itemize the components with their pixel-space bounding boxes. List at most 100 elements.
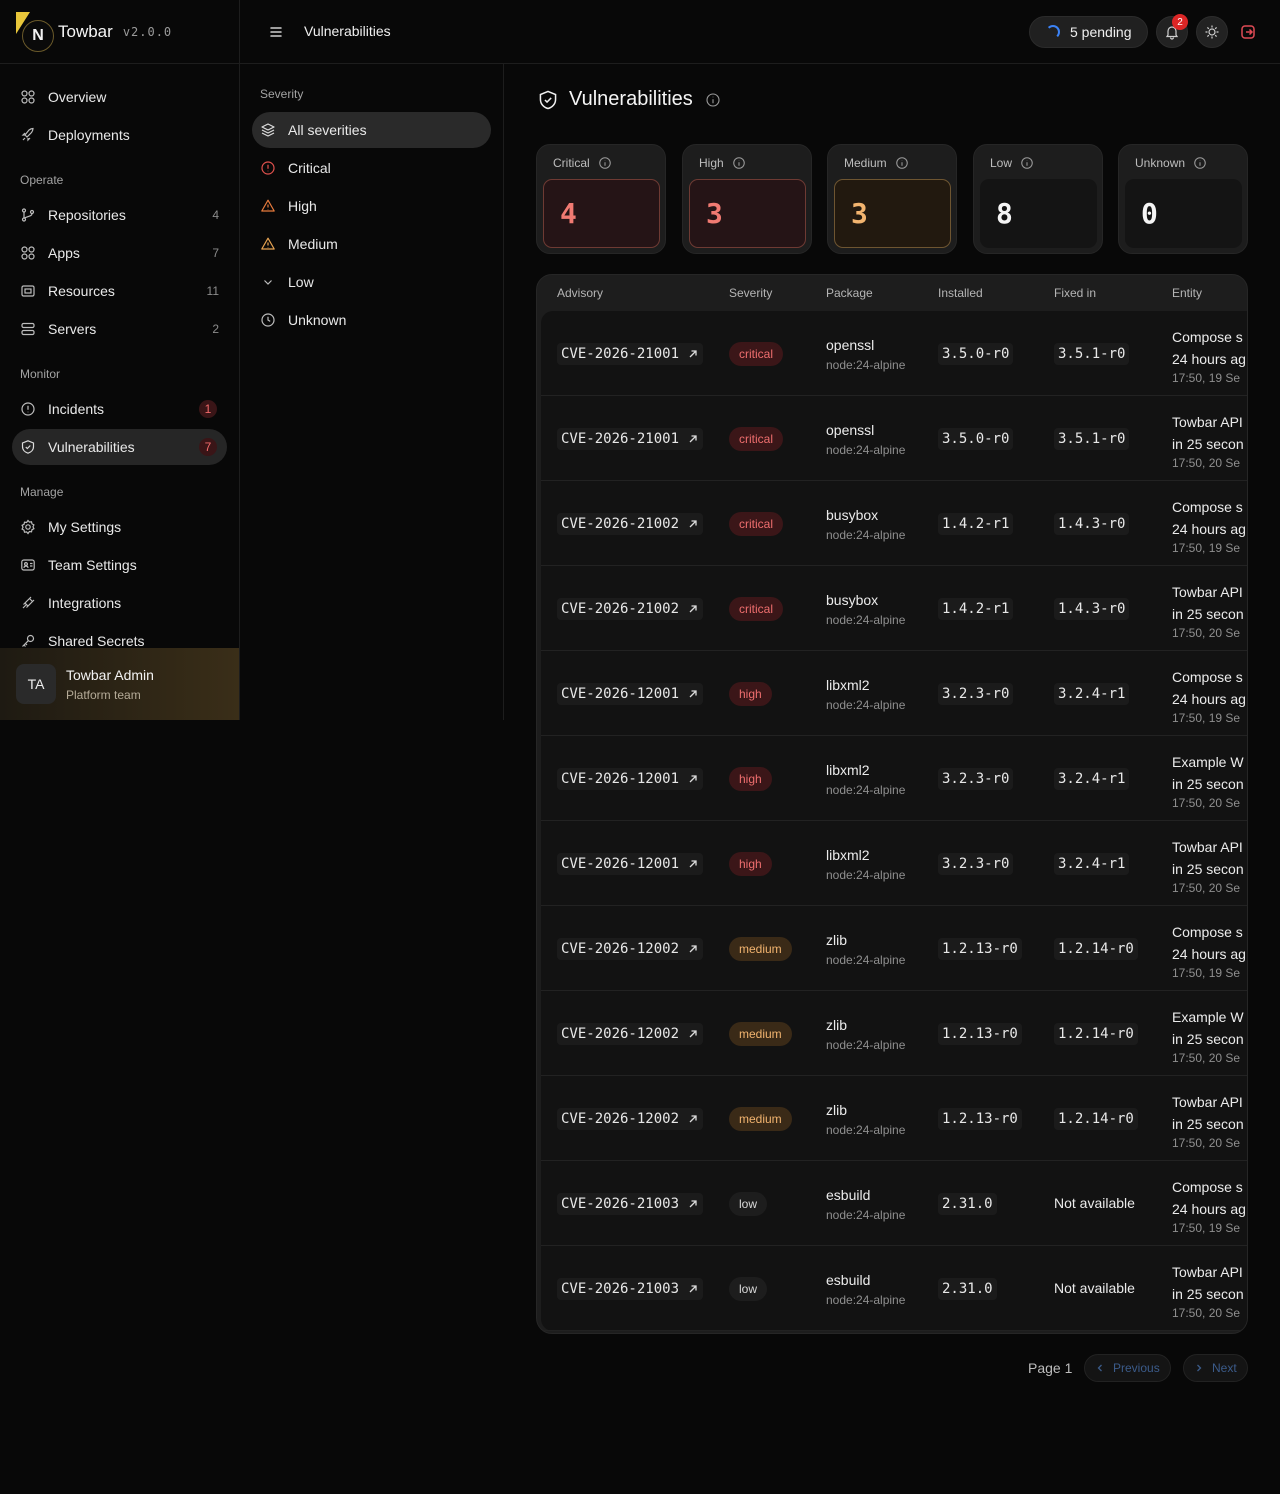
entity-cell[interactable]: Towbar API in 25 secon 17:50, 20 Se <box>1172 1091 1245 1151</box>
filter-item-high[interactable]: High <box>252 188 491 224</box>
column-header-advisory[interactable]: Advisory <box>557 286 603 300</box>
stat-card-low[interactable]: Low 8 <box>973 144 1103 254</box>
stat-card-critical[interactable]: Critical 4 <box>536 144 666 254</box>
next-page-button[interactable]: Next <box>1183 1354 1248 1382</box>
stat-value: 3 <box>689 179 806 248</box>
fixed-version: 3.2.4-r1 <box>1054 853 1130 875</box>
external-link-icon[interactable] <box>687 348 699 360</box>
sidebar-item-servers[interactable]: Servers 2 <box>12 311 227 347</box>
info-icon[interactable] <box>1020 156 1034 170</box>
entity-cell[interactable]: Compose s 24 hours ag 17:50, 19 Se <box>1172 921 1245 981</box>
sidebar-item-repositories[interactable]: Repositories 4 <box>12 197 227 233</box>
advisory-link[interactable]: CVE-2026-12001 <box>557 683 704 705</box>
table-row[interactable]: CVE-2026-21002 critical busybox node:24-alp… <box>541 481 1247 566</box>
table-row[interactable]: CVE-2026-12002 medium zlib node:24-alpine 1.… <box>541 906 1247 991</box>
sidebar-item-my-settings[interactable]: My Settings <box>12 509 227 545</box>
external-link-icon[interactable] <box>687 1198 699 1210</box>
info-icon[interactable] <box>1193 156 1207 170</box>
entity-time: in 25 secon <box>1172 776 1244 792</box>
table-row[interactable]: CVE-2026-12002 medium zlib node:24-alpine 1.… <box>541 1076 1247 1161</box>
filter-item-unknown[interactable]: Unknown <box>252 302 491 338</box>
advisory-link[interactable]: CVE-2026-21003 <box>557 1193 704 1215</box>
external-link-icon[interactable] <box>687 433 699 445</box>
external-link-icon[interactable] <box>687 1283 699 1295</box>
advisory-link[interactable]: CVE-2026-21002 <box>557 598 704 620</box>
table-row[interactable]: CVE-2026-21002 critical busybox node:24-alp… <box>541 566 1247 651</box>
external-link-icon[interactable] <box>687 518 699 530</box>
entity-cell[interactable]: Towbar API in 25 secon 17:50, 20 Se <box>1172 1261 1245 1321</box>
stat-card-unknown[interactable]: Unknown 0 <box>1118 144 1248 254</box>
sidebar-item-incidents[interactable]: Incidents 1 <box>12 391 227 427</box>
sidebar-item-integrations[interactable]: Integrations <box>12 585 227 621</box>
theme-toggle-button[interactable] <box>1196 16 1228 48</box>
table-row[interactable]: CVE-2026-21003 low esbuild node:24-alpine 2.… <box>541 1246 1247 1331</box>
info-icon[interactable] <box>895 156 909 170</box>
external-link-icon[interactable] <box>687 773 699 785</box>
package-name: libxml2 <box>826 677 870 693</box>
sidebar-item-label: My Settings <box>48 519 122 535</box>
table-row[interactable]: CVE-2026-12001 high libxml2 node:24-alpine 3… <box>541 821 1247 906</box>
logout-icon[interactable] <box>1238 22 1258 42</box>
column-header-installed[interactable]: Installed <box>938 286 983 300</box>
sidebar-item-overview[interactable]: Overview <box>12 79 227 115</box>
entity-cell[interactable]: Example W in 25 secon 17:50, 20 Se <box>1172 1006 1245 1066</box>
severity-badge: high <box>729 852 772 876</box>
filter-item-all-severities[interactable]: All severities <box>252 112 491 148</box>
entity-cell[interactable]: Example W in 25 secon 17:50, 20 Se <box>1172 751 1245 811</box>
table-row[interactable]: CVE-2026-21003 low esbuild node:24-alpine 2.… <box>541 1161 1247 1246</box>
entity-cell[interactable]: Towbar API in 25 secon 17:50, 20 Se <box>1172 836 1245 896</box>
stat-card-medium[interactable]: Medium 3 <box>827 144 957 254</box>
advisory-link[interactable]: CVE-2026-12002 <box>557 1108 704 1130</box>
hamburger-menu-icon[interactable] <box>266 22 286 42</box>
filter-item-medium[interactable]: Medium <box>252 226 491 262</box>
advisory-link[interactable]: CVE-2026-12001 <box>557 853 704 875</box>
advisory-link[interactable]: CVE-2026-12002 <box>557 1023 704 1045</box>
user-team: Platform team <box>66 687 141 702</box>
column-header-severity[interactable]: Severity <box>729 286 772 300</box>
previous-page-button[interactable]: Previous <box>1084 1354 1171 1382</box>
entity-cell[interactable]: Compose s 24 hours ag 17:50, 19 Se <box>1172 1176 1245 1236</box>
column-header-entity[interactable]: Entity <box>1172 286 1202 300</box>
table-row[interactable]: CVE-2026-21001 critical openssl node:24-alp… <box>541 396 1247 481</box>
user-card[interactable]: TA Towbar Admin Platform team <box>0 648 239 720</box>
stat-card-high[interactable]: High 3 <box>682 144 812 254</box>
entity-cell[interactable]: Towbar API in 25 secon 17:50, 20 Se <box>1172 411 1245 471</box>
external-link-icon[interactable] <box>687 943 699 955</box>
package-name: libxml2 <box>826 847 870 863</box>
entity-cell[interactable]: Compose s 24 hours ag 17:50, 19 Se <box>1172 666 1245 726</box>
table-row[interactable]: CVE-2026-12001 high libxml2 node:24-alpine 3… <box>541 651 1247 736</box>
info-icon[interactable] <box>732 156 746 170</box>
table-row[interactable]: CVE-2026-12001 high libxml2 node:24-alpine 3… <box>541 736 1247 821</box>
sidebar-item-apps[interactable]: Apps 7 <box>12 235 227 271</box>
brand[interactable]: N Towbar v2.0.0 <box>0 0 240 64</box>
external-link-icon[interactable] <box>687 858 699 870</box>
advisory-link[interactable]: CVE-2026-12001 <box>557 768 704 790</box>
advisory-link[interactable]: CVE-2026-21001 <box>557 428 704 450</box>
advisory-link[interactable]: CVE-2026-21003 <box>557 1278 704 1300</box>
info-icon[interactable] <box>598 156 612 170</box>
column-header-fixed-in[interactable]: Fixed in <box>1054 286 1096 300</box>
table-row[interactable]: CVE-2026-21001 critical openssl node:24-alp… <box>541 311 1247 396</box>
external-link-icon[interactable] <box>687 688 699 700</box>
entity-cell[interactable]: Towbar API in 25 secon 17:50, 20 Se <box>1172 581 1245 641</box>
external-link-icon[interactable] <box>687 1113 699 1125</box>
package-name: openssl <box>826 422 875 438</box>
sidebar-item-team-settings[interactable]: Team Settings <box>12 547 227 583</box>
pending-jobs-button[interactable]: 5 pending <box>1029 16 1148 48</box>
entity-cell[interactable]: Compose s 24 hours ag 17:50, 19 Se <box>1172 326 1245 386</box>
sidebar-item-deployments[interactable]: Deployments <box>12 117 227 153</box>
advisory-link[interactable]: CVE-2026-12002 <box>557 938 704 960</box>
external-link-icon[interactable] <box>687 1028 699 1040</box>
column-header-package[interactable]: Package <box>826 286 873 300</box>
table-row[interactable]: CVE-2026-12002 medium zlib node:24-alpine 1.… <box>541 991 1247 1076</box>
filter-item-critical[interactable]: Critical <box>252 150 491 186</box>
notifications-button[interactable]: 2 <box>1156 14 1188 48</box>
info-icon[interactable] <box>705 92 721 108</box>
entity-cell[interactable]: Compose s 24 hours ag 17:50, 19 Se <box>1172 496 1245 556</box>
filter-item-low[interactable]: Low <box>252 264 491 300</box>
advisory-link[interactable]: CVE-2026-21001 <box>557 343 704 365</box>
external-link-icon[interactable] <box>687 603 699 615</box>
advisory-link[interactable]: CVE-2026-21002 <box>557 513 704 535</box>
sidebar-item-resources[interactable]: Resources 11 <box>12 273 227 309</box>
sidebar-item-vulnerabilities[interactable]: Vulnerabilities 7 <box>12 429 227 465</box>
